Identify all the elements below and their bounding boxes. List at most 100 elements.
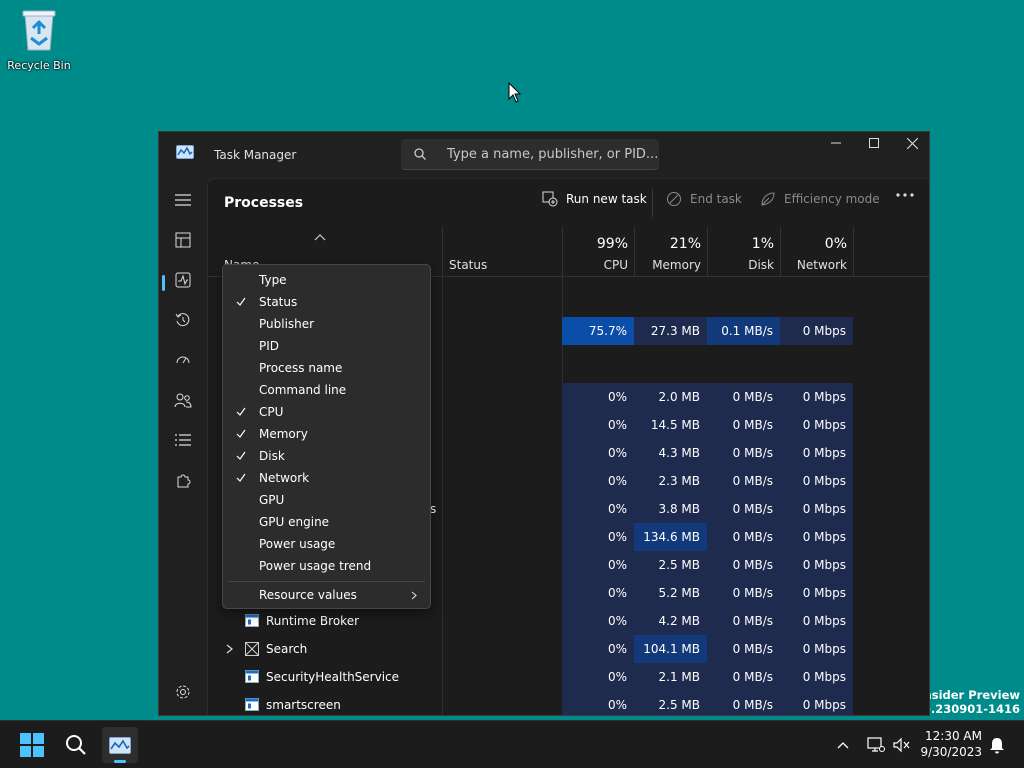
process-name: Search [266,642,308,656]
cpu-cell: 0% [562,383,634,411]
toolbar-separator [652,189,653,217]
nav-details[interactable] [171,428,195,452]
cpu-cell: 0% [562,663,634,691]
disk-cell: 0 MB/s [707,523,780,551]
menu-item-label: Power usage trend [259,559,372,573]
cpu-column-header[interactable]: 99% CPU [562,227,634,277]
running-indicator [114,760,126,763]
table-row[interactable]: smartscreen 0% 2.5 MB 0 MB/s 0 Mbps [208,691,929,715]
menu-item-gpu[interactable]: GPU [223,489,430,511]
nav-settings[interactable] [171,680,195,704]
search-placeholder: Type a name, publisher, or PID... [447,147,659,162]
network-column-header[interactable]: 0% Network [780,227,853,277]
memory-total: 21% [669,236,701,252]
volume-button[interactable] [887,727,917,763]
watermark-line1: Insider Preview [919,688,1020,702]
disk-cell: 0 MB/s [707,635,780,663]
chevron-up-icon [837,742,849,749]
show-hidden-icons-button[interactable] [828,727,858,763]
network-cell: 0 Mbps [780,523,853,551]
cpu-cell: 0% [562,495,634,523]
table-row[interactable]: Runtime Broker 0% 4.2 MB 0 MB/s 0 Mbps [208,607,929,635]
recycle-bin-shortcut[interactable]: Recycle Bin [6,8,72,72]
menu-item-power-usage[interactable]: Power usage [223,533,430,555]
memory-cell: 2.0 MB [634,383,707,411]
table-row[interactable]: Search 0% 104.1 MB 0 MB/s 0 Mbps [208,635,929,663]
menu-item-power-usage-trend[interactable]: Power usage trend [223,555,430,577]
memory-cell: 4.3 MB [634,439,707,467]
disk-column-header[interactable]: 1% Disk [707,227,780,277]
menu-item-resource-values[interactable]: Resource values [223,584,430,606]
menu-item-cpu[interactable]: CPU [223,401,430,423]
memory-header-label: Memory [652,258,701,272]
menu-item-gpu-engine[interactable]: GPU engine [223,511,430,533]
search-icon [66,735,86,755]
run-task-icon [542,191,558,207]
nav-users[interactable] [171,388,195,412]
memory-cell: 14.5 MB [634,411,707,439]
memory-cell: 3.8 MB [634,495,707,523]
process-window-icon [245,698,259,711]
cpu-cell: 0% [562,467,634,495]
nav-app-history[interactable] [171,308,195,332]
disk-cell: 0 MB/s [707,439,780,467]
search-box[interactable]: Type a name, publisher, or PID... [401,139,659,170]
disk-cell: 0 MB/s [707,495,780,523]
process-name: Runtime Broker [266,614,360,628]
cpu-cell: 0% [562,635,634,663]
network-cell: 0 Mbps [780,663,853,691]
menu-item-process-name[interactable]: Process name [223,357,430,379]
menu-item-status[interactable]: Status [223,291,430,313]
checkmark-icon [236,429,246,438]
memory-column-header[interactable]: 21% Memory [634,227,707,277]
disk-cell: 0 MB/s [707,467,780,495]
taskbar-clock[interactable]: 12:30 AM 9/30/2023 [918,728,982,760]
more-options-button[interactable] [896,193,914,197]
status-column-header[interactable]: Status [442,227,562,277]
menu-item-label: GPU engine [259,515,330,529]
memory-cell: 134.6 MB [634,523,707,551]
blank-column-header [853,227,929,277]
hamburger-menu-button[interactable] [171,188,195,212]
menu-item-type[interactable]: Type [223,269,430,291]
run-new-task-button[interactable]: Run new task [542,191,647,207]
close-button[interactable] [893,132,929,154]
nav-startup-apps[interactable] [171,348,195,372]
services-puzzle-icon [177,474,191,488]
memory-cell: 2.3 MB [634,467,707,495]
menu-item-memory[interactable]: Memory [223,423,430,445]
cpu-cell: 0% [562,523,634,551]
title-bar[interactable]: Task Manager Type a name, publisher, or … [159,132,929,178]
minimize-button[interactable] [817,132,855,154]
nav-processes[interactable] [171,228,195,252]
menu-item-command-line[interactable]: Command line [223,379,430,401]
end-task-icon [667,192,681,206]
maximize-button[interactable] [855,132,893,154]
recycle-bin-label: Recycle Bin [7,59,71,72]
insider-watermark: Insider Preview se.230901-1416 [916,688,1020,716]
notifications-button[interactable] [983,727,1011,763]
network-cell: 0 Mbps [780,579,853,607]
menu-item-publisher[interactable]: Publisher [223,313,430,335]
taskbar-task-manager-button[interactable] [102,727,138,763]
menu-item-network[interactable]: Network [223,467,430,489]
expand-chevron-icon[interactable] [226,644,234,654]
menu-item-pid[interactable]: PID [223,335,430,357]
end-task-button[interactable]: End task [666,191,742,207]
efficiency-mode-button[interactable]: Efficiency mode [760,191,880,207]
nav-performance[interactable] [171,268,195,292]
taskbar-search-button[interactable] [58,727,94,763]
cpu-cell: 0% [562,439,634,467]
network-cell: 0 Mbps [780,495,853,523]
process-window-icon [245,670,259,683]
disk-cell: 0 MB/s [707,383,780,411]
cpu-header-label: CPU [603,258,628,272]
nav-services[interactable] [171,468,195,492]
window-title: Task Manager [214,148,297,162]
users-icon [174,393,192,408]
network-cell: 0 Mbps [780,317,853,345]
menu-item-disk[interactable]: Disk [223,445,430,467]
cpu-cell: 0% [562,691,634,715]
start-button[interactable] [14,727,50,763]
table-row[interactable]: SecurityHealthService 0% 2.1 MB 0 MB/s 0… [208,663,929,691]
